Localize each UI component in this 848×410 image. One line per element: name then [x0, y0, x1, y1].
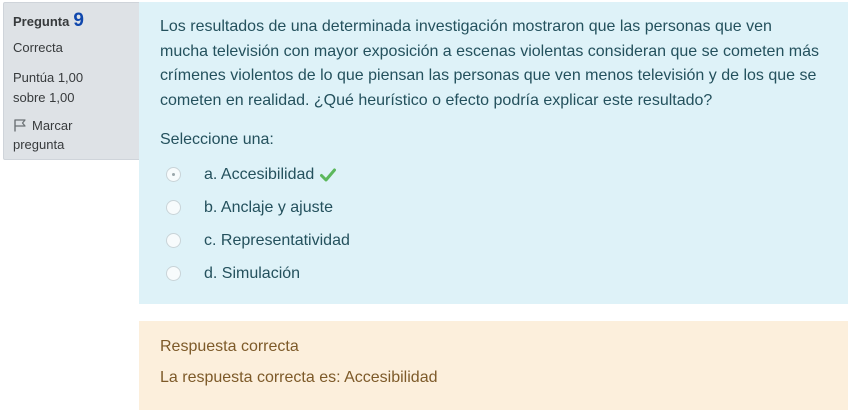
answer-option-d[interactable]: d. Simulación [160, 257, 828, 290]
answer-label-a: a. Accesibilidad [204, 165, 315, 183]
answer-radio-a[interactable] [166, 167, 181, 182]
feedback-result: Respuesta correcta [160, 338, 299, 355]
answer-label-d: d. Simulación [204, 264, 301, 282]
question-grade: Puntúa 1,00 sobre 1,00 [13, 68, 133, 108]
answer-option-b[interactable]: b. Anclaje y ajuste [160, 191, 828, 224]
flag-icon [14, 119, 26, 132]
answer-radio-c[interactable] [166, 233, 181, 248]
question-number-value: 9 [73, 10, 84, 31]
answer-option-a[interactable]: a. Accesibilidad [160, 158, 828, 191]
question-content: Los resultados de una determinada invest… [139, 2, 848, 304]
answer-label-c: c. Representatividad [204, 231, 350, 249]
answer-radio-d[interactable] [166, 266, 181, 281]
flag-label-1: Marcar [32, 118, 73, 133]
flag-question-link[interactable]: Marcar pregunta [13, 116, 133, 154]
answer-prompt: Seleccione una: [160, 131, 274, 148]
question-number: Pregunta 9 [13, 11, 133, 32]
answer-list: a. Accesibilidad b. Anclaje y ajuste c. … [160, 158, 828, 290]
check-icon [320, 168, 337, 181]
question-info-panel: Pregunta 9 Correcta Puntúa 1,00 sobre 1,… [3, 2, 143, 160]
answer-option-c[interactable]: c. Representatividad [160, 224, 828, 257]
answer-label-b: b. Anclaje y ajuste [204, 198, 333, 216]
answer-radio-b[interactable] [166, 200, 181, 215]
question-state: Correcta [13, 40, 63, 55]
grade-line-1: Puntúa 1,00 [13, 70, 84, 85]
feedback-panel: Respuesta correcta La respuesta correcta… [139, 321, 848, 410]
feedback-right-answer: La respuesta correcta es: Accesibilidad [160, 369, 438, 386]
flag-label-2: pregunta [13, 137, 65, 152]
grade-line-2: sobre 1,00 [13, 90, 75, 105]
question-label: Pregunta [13, 14, 70, 29]
question-text: Los resultados de una determinada invest… [160, 18, 820, 109]
